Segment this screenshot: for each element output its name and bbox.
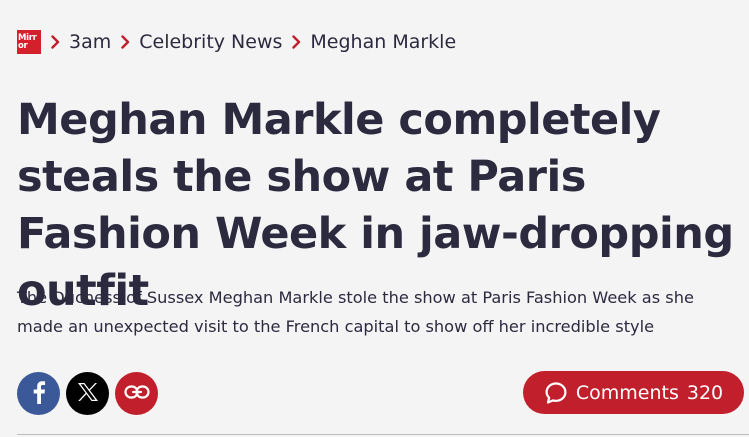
breadcrumb: Mirr or 3am Celebrity News Meghan Markle (17, 30, 456, 54)
share-x-button[interactable] (66, 372, 109, 415)
mirror-logo[interactable]: Mirr or (17, 30, 41, 54)
chevron-right-icon (51, 35, 60, 49)
x-icon (77, 382, 99, 406)
chevron-right-icon (121, 35, 130, 49)
comments-count: 320 (686, 381, 724, 404)
speech-bubble-icon (544, 381, 568, 405)
facebook-icon (32, 380, 46, 408)
comments-button[interactable]: Comments 320 (523, 371, 744, 414)
chevron-right-icon (292, 35, 301, 49)
share-facebook-button[interactable] (17, 372, 60, 415)
copy-link-button[interactable] (115, 372, 158, 415)
breadcrumb-item-celebrity-news[interactable]: Celebrity News (139, 31, 282, 53)
divider (17, 434, 749, 435)
breadcrumb-item-meghan-markle[interactable]: Meghan Markle (310, 31, 456, 53)
share-buttons (17, 372, 158, 415)
breadcrumb-item-3am[interactable]: 3am (69, 31, 111, 53)
link-icon (123, 384, 150, 403)
logo-text-line2: or (18, 41, 28, 51)
comments-label: Comments (575, 381, 679, 404)
article-standfirst: The Duchess of Sussex Meghan Markle stol… (17, 288, 694, 336)
